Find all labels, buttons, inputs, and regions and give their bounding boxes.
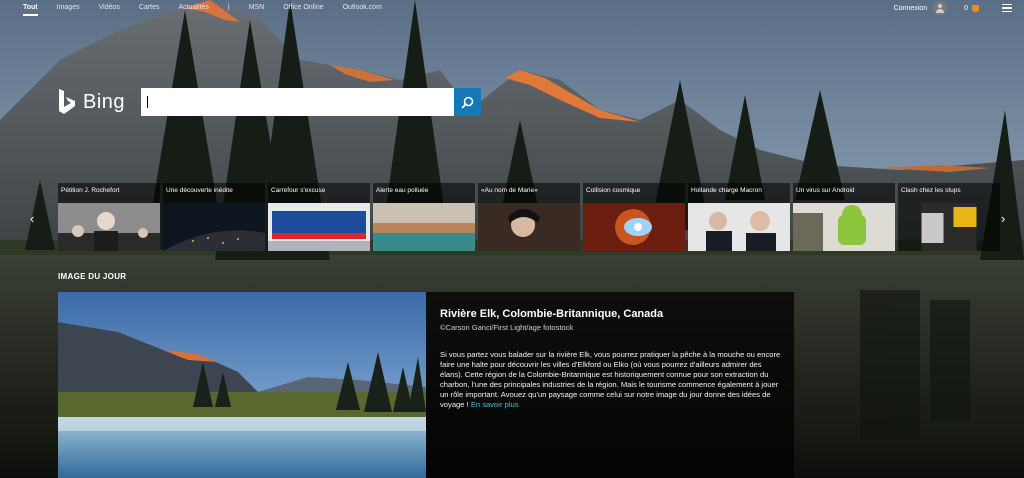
news-card-title: Une découverte inédite	[166, 187, 233, 194]
bing-logo[interactable]: Bing	[57, 89, 125, 115]
nav-link-cartes[interactable]: Cartes	[139, 4, 160, 16]
search-button[interactable]	[454, 88, 481, 116]
news-card-title: Alerte eau polluée	[376, 187, 429, 194]
news-card-title: Collision cosmique	[586, 187, 641, 194]
carousel-prev-arrow[interactable]: ‹	[30, 211, 34, 226]
news-card-title: Hollande charge Macron	[691, 187, 762, 194]
top-nav: Tout Images Vidéos Cartes Actualités | M…	[0, 0, 1024, 18]
header-right: Connexion 0	[894, 1, 1012, 15]
iod-title: Rivière Elk, Colombie-Britannique, Canad…	[440, 308, 664, 320]
news-card-thumbnail	[268, 203, 370, 251]
iod-description: Si vous partez vous balader sur la riviè…	[440, 350, 783, 410]
nav-divider: |	[227, 4, 230, 11]
news-card[interactable]: «Au nom de Marie»	[478, 183, 580, 251]
rewards-count: 0	[964, 4, 968, 12]
hamburger-menu-icon[interactable]	[1002, 2, 1012, 15]
rewards-button[interactable]: 0	[964, 4, 979, 12]
signin-link[interactable]: Connexion	[894, 5, 927, 12]
news-card[interactable]: Un virus sur Android	[793, 183, 895, 251]
news-card-thumbnail	[478, 203, 580, 251]
image-of-day-panel: Rivière Elk, Colombie-Britannique, Canad…	[58, 292, 794, 478]
image-of-day-text: Rivière Elk, Colombie-Britannique, Canad…	[440, 308, 783, 410]
news-card[interactable]: Alerte eau polluée	[373, 183, 475, 251]
news-card-title: «Au nom de Marie»	[481, 187, 538, 194]
nav-link-office-online[interactable]: Office Online	[283, 4, 323, 16]
carousel-next-arrow[interactable]: ›	[1001, 211, 1005, 226]
iod-credit: ©Carson Ganci/First Light/age fotostock	[440, 323, 574, 332]
news-card-thumbnail	[583, 203, 685, 251]
news-card-thumbnail	[163, 203, 265, 251]
nav-link-tout[interactable]: Tout	[23, 4, 38, 16]
news-card[interactable]: Pétition J. Rochefort	[58, 183, 160, 251]
nav-link-msn[interactable]: MSN	[249, 4, 265, 16]
news-card[interactable]: Clash chez les stups	[898, 183, 1000, 251]
nav-link-outlook[interactable]: Outlook.com	[343, 4, 382, 16]
search-box	[141, 88, 481, 116]
news-card-title: Carrefour s'excuse	[271, 187, 326, 194]
nav-link-images[interactable]: Images	[57, 4, 80, 16]
news-card-title: Un virus sur Android	[796, 187, 855, 194]
news-card-title: Clash chez les stups	[901, 187, 961, 194]
news-card-thumbnail	[373, 203, 475, 251]
user-avatar-icon[interactable]	[933, 1, 948, 15]
trophy-icon	[972, 4, 979, 12]
news-carousel: Pétition J. Rochefort Une découverte iné…	[58, 183, 1000, 251]
news-card-thumbnail	[793, 203, 895, 251]
logo-text: Bing	[83, 90, 126, 113]
image-of-day-photo[interactable]	[58, 292, 426, 478]
news-card-thumbnail	[921, 203, 977, 251]
learn-more-link[interactable]: En savoir plus	[471, 400, 519, 409]
news-card[interactable]: Collision cosmique	[583, 183, 685, 251]
search-icon	[461, 96, 474, 109]
text-caret	[147, 96, 148, 108]
nav-link-actualites[interactable]: Actualités	[179, 4, 209, 16]
news-card-thumbnail	[58, 203, 160, 251]
nav-link-videos[interactable]: Vidéos	[99, 4, 120, 16]
iod-section-label: IMAGE DU JOUR	[58, 272, 127, 281]
nav-links: Tout Images Vidéos Cartes Actualités | M…	[23, 4, 401, 16]
news-card-title: Pétition J. Rochefort	[61, 187, 120, 194]
news-card[interactable]: Carrefour s'excuse	[268, 183, 370, 251]
news-card[interactable]: Une découverte inédite	[163, 183, 265, 251]
search-field	[141, 88, 454, 116]
news-card-thumbnail	[688, 203, 790, 251]
search-input[interactable]	[141, 88, 454, 116]
news-card[interactable]: Hollande charge Macron	[688, 183, 790, 251]
bing-b-icon	[59, 89, 75, 114]
